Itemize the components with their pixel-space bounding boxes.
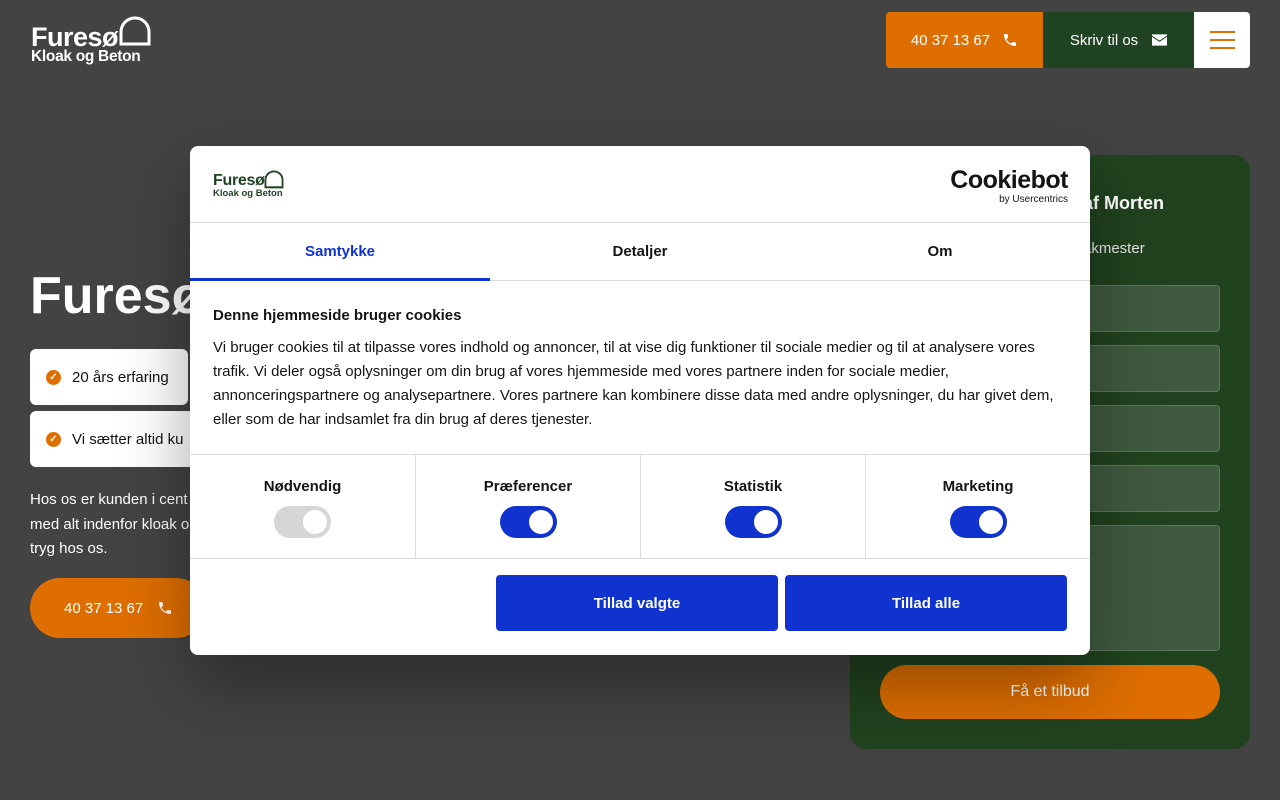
header-phone-button[interactable]: 40 37 13 67 bbox=[886, 12, 1043, 68]
logo-drain-icon bbox=[264, 170, 284, 189]
cookiebot-sub: by Usercentrics bbox=[999, 194, 1068, 205]
category-label: Statistik bbox=[723, 478, 783, 495]
cookiebot-brand[interactable]: Cookiebot by Usercentrics bbox=[950, 168, 1068, 205]
badge-label: 20 års erfaring bbox=[72, 368, 169, 386]
category-label: Præferencer bbox=[483, 478, 573, 495]
category-statistics: Statistik bbox=[640, 455, 865, 558]
cookie-tabs: Samtykke Detaljer Om bbox=[190, 223, 1090, 281]
allow-all-button[interactable]: Tillad alle bbox=[785, 575, 1067, 631]
hero-description: Hos os er kunden i cent med alt indenfor… bbox=[30, 488, 200, 562]
toggle-necessary bbox=[274, 506, 331, 538]
badge-customer: ✓ Vi sætter altid ku bbox=[30, 411, 210, 467]
check-circle-icon: ✓ bbox=[46, 431, 61, 447]
check-circle-icon: ✓ bbox=[46, 369, 61, 385]
cookie-dialog-header: Furesø Kloak og Beton Cookiebot by Userc… bbox=[190, 146, 1090, 223]
toggle-marketing[interactable] bbox=[949, 506, 1007, 538]
category-necessary: Nødvendig bbox=[190, 455, 415, 558]
tab-om[interactable]: Om bbox=[790, 223, 1090, 280]
hero-phone-label: 40 37 13 67 bbox=[64, 599, 144, 617]
hero-phone-button[interactable]: 40 37 13 67 bbox=[30, 578, 206, 638]
hero-text-line: med alt indenfor kloak o bbox=[30, 515, 190, 533]
hamburger-menu-button[interactable] bbox=[1194, 12, 1250, 68]
submit-quote-button[interactable]: Få et tilbud bbox=[880, 665, 1220, 719]
badge-label: Vi sætter altid ku bbox=[72, 430, 184, 448]
form-subtitle: åkmester bbox=[1083, 240, 1145, 257]
form-title: af Morten bbox=[1083, 193, 1164, 213]
site-logo[interactable]: Furesø Kloak og Beton bbox=[31, 14, 151, 66]
hero-text-line: tryg hos os. bbox=[30, 540, 108, 557]
category-label: Nødvendig bbox=[263, 478, 342, 495]
tab-samtykke[interactable]: Samtykke bbox=[190, 223, 490, 281]
tab-detaljer[interactable]: Detaljer bbox=[490, 223, 790, 280]
hamburger-menu-icon bbox=[1209, 31, 1235, 33]
cookie-heading: Denne hjemmeside bruger cookies bbox=[213, 307, 462, 324]
category-marketing: Marketing bbox=[865, 455, 1090, 558]
logo-line1: Furesø bbox=[213, 172, 265, 189]
phone-icon bbox=[159, 602, 172, 614]
category-label: Marketing bbox=[942, 478, 1014, 495]
hero-title: Furesø bbox=[30, 267, 204, 325]
badge-experience: ✓ 20 års erfaring bbox=[30, 349, 188, 405]
cookie-category-toggles: Nødvendig Præferencer Statistik Marketin… bbox=[190, 454, 1090, 559]
header-phone-label: 40 37 13 67 bbox=[910, 31, 991, 49]
hero-text-line: Hos os er kunden i cent bbox=[30, 491, 188, 508]
toggle-preferences[interactable] bbox=[499, 506, 557, 538]
logo-line2: Kloak og Beton bbox=[31, 48, 141, 65]
cookie-consent-dialog: Furesø Kloak og Beton Cookiebot by Userc… bbox=[190, 146, 1090, 655]
hamburger-line bbox=[1209, 39, 1235, 41]
header-write-button[interactable]: Skriv til os bbox=[1043, 12, 1194, 68]
category-preferences: Præferencer bbox=[415, 455, 640, 558]
toggle-statistics[interactable] bbox=[724, 506, 782, 538]
header-write-label: Skriv til os bbox=[1069, 31, 1139, 49]
cookie-dialog-logo: Furesø Kloak og Beton bbox=[213, 167, 285, 201]
logo-drain-icon bbox=[119, 16, 151, 46]
phone-icon bbox=[1004, 34, 1017, 46]
cookiebot-name: Cookiebot bbox=[950, 166, 1068, 194]
cookie-body-text: Vi bruger cookies til at tilpasse vores … bbox=[213, 339, 1054, 428]
envelope-icon bbox=[1152, 34, 1168, 46]
logo-line1: Furesø bbox=[31, 22, 119, 52]
allow-selected-button[interactable]: Tillad valgte bbox=[496, 575, 778, 631]
hamburger-line bbox=[1209, 47, 1235, 49]
